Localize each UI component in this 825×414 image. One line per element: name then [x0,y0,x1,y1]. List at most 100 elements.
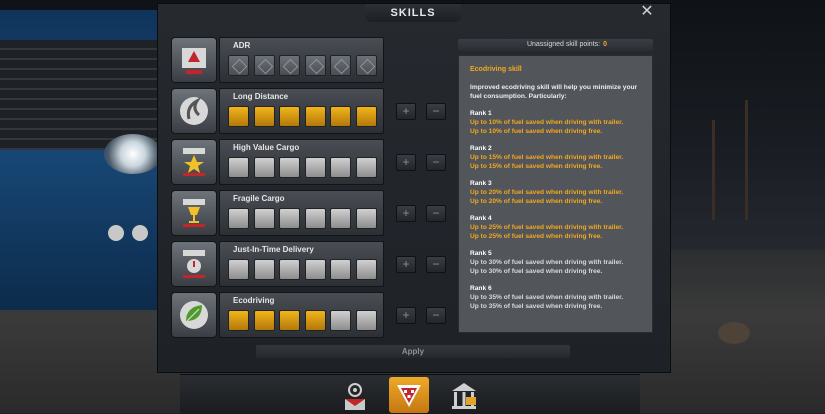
rank-slot [228,259,249,280]
skills-icon [397,385,421,407]
truck-headlight [104,134,162,174]
rank-slot [355,157,377,178]
rank-benefit-trailer: Up to 35% of fuel saved when driving wit… [470,294,624,301]
rank-benefit-free: Up to 35% of fuel saved when driving fre… [470,303,603,310]
rank-slot [228,310,249,331]
fragile-cargo-icon [183,199,205,227]
rank-slot [304,208,326,229]
rank-slot [304,259,326,280]
rank-info: Rank 5 Up to 30% of fuel saved when drivi… [470,249,641,276]
tab-email[interactable] [335,377,375,413]
decrease-skill-button[interactable]: − [426,205,446,222]
unassigned-points: Unassigned skill points: 0 [458,39,653,51]
rank-slot [253,106,275,127]
rank-title: Rank 3 [470,180,492,187]
rank-slot [253,259,275,280]
rank-title: Rank 6 [470,285,492,292]
skill-icon-0 [171,37,217,83]
rank-slot [330,106,351,127]
increase-skill-button[interactable]: + [396,256,416,273]
info-title: Ecodriving skill [470,66,522,73]
rank-benefit-free: Up to 20% of fuel saved when driving fre… [470,198,603,205]
rank-slot [253,157,275,178]
bottom-tab-bar [180,374,640,414]
tab-skills[interactable] [389,377,429,413]
decrease-skill-button[interactable]: − [426,154,446,171]
skill-row[interactable]: Ecodriving [219,292,384,338]
rank-slot [228,208,249,229]
rank-slot [228,157,249,178]
rank-slot [355,55,377,76]
bank-icon [452,383,476,409]
unassigned-value: 0 [603,41,607,48]
skill-icon-5 [171,292,217,338]
rank-slot [279,208,300,229]
info-description: Improved ecodriving skill will help you … [470,84,638,100]
rank-benefit-free: Up to 25% of fuel saved when driving fre… [470,233,603,240]
rank-title: Rank 5 [470,250,492,257]
adr-hazard-icon [182,48,206,74]
increase-skill-button[interactable]: + [396,154,416,171]
rank-slot [330,310,351,331]
rank-slot [279,157,300,178]
ecodriving-leaf-icon [180,301,208,329]
rank-slot [228,55,249,76]
rank-slot [304,106,326,127]
skill-row[interactable]: Just-In-Time Delivery [219,241,384,287]
rank-benefit-trailer: Up to 10% of fuel saved when driving wit… [470,119,624,126]
skill-icon-1 [171,88,217,134]
decrease-skill-button[interactable]: − [426,256,446,273]
skill-name: ADR [233,41,251,50]
rank-benefit-trailer: Up to 30% of fuel saved when driving wit… [470,259,624,266]
high-value-cargo-icon [183,148,205,176]
apply-button[interactable]: Apply [256,345,570,358]
skill-name: Ecodriving [233,296,275,305]
rank-slot [253,208,275,229]
skill-row[interactable]: Long Distance [219,88,384,134]
rank-slot [228,106,249,127]
skill-name: High Value Cargo [233,143,300,152]
rank-slot [355,310,377,331]
just-in-time-icon [183,250,205,278]
rank-info: Rank 2 Up to 15% of fuel saved when drivi… [470,144,641,171]
rank-slot [279,259,300,280]
skill-row[interactable]: Fragile Cargo [219,190,384,236]
rank-slot [330,208,351,229]
increase-skill-button[interactable]: + [396,205,416,222]
rank-slot [355,208,377,229]
rank-slot [330,55,351,76]
rank-slot [330,157,351,178]
decrease-skill-button[interactable]: − [426,307,446,324]
skill-icon-2 [171,139,217,185]
rank-benefit-free: Up to 10% of fuel saved when driving fre… [470,128,603,135]
skill-name: Long Distance [233,92,289,101]
rank-slot [355,106,377,127]
rank-benefit-free: Up to 30% of fuel saved when driving fre… [470,268,603,275]
decrease-skill-button[interactable]: − [426,103,446,120]
rank-slot [279,106,300,127]
increase-skill-button[interactable]: + [396,103,416,120]
truck-grille [0,40,165,150]
rank-slot [279,55,300,76]
power-pole [712,120,715,220]
skill-row[interactable]: High Value Cargo [219,139,384,185]
power-pole [745,100,748,220]
rank-title: Rank 2 [470,145,492,152]
rank-slot [279,310,300,331]
long-distance-icon [180,96,208,125]
rank-slot [304,157,326,178]
rank-info: Rank 1 Up to 10% of fuel saved when drivi… [470,109,641,136]
tab-bank[interactable] [444,377,484,413]
close-button[interactable]: ✕ [640,4,654,20]
skill-name: Fragile Cargo [233,194,285,203]
rank-slot [253,55,275,76]
rank-slot [330,259,351,280]
skill-row[interactable]: ADR [219,37,384,83]
rank-benefit-trailer: Up to 20% of fuel saved when driving wit… [470,189,624,196]
skill-icon-4 [171,241,217,287]
rank-slot [304,310,326,331]
increase-skill-button[interactable]: + [396,307,416,324]
rank-info: Rank 4 Up to 25% of fuel saved when drivi… [470,214,641,241]
rank-slot [253,310,275,331]
fog-light-left [108,225,124,241]
